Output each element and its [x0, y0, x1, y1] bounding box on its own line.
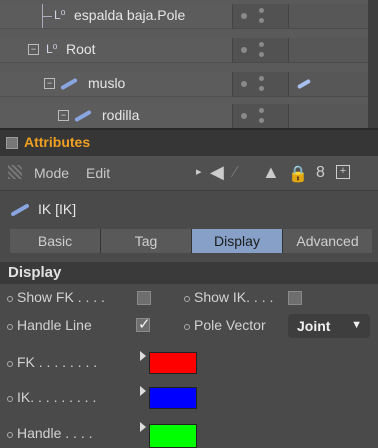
animate-dot-icon[interactable]: [184, 324, 190, 330]
animate-dot-icon[interactable]: [7, 432, 13, 438]
tree-row-rodilla[interactable]: − rodilla: [0, 104, 378, 129]
animate-dot-icon[interactable]: [7, 396, 13, 402]
back-arrow-icon[interactable]: ◀: [210, 162, 224, 183]
object-info-row: IK [IK]: [0, 196, 378, 224]
tree-scrollbar[interactable]: [368, 0, 378, 128]
tree-name-cell: − rodilla: [0, 104, 232, 129]
tree-row-espalda-baja-pole[interactable]: L⁰ espalda baja.Pole: [0, 4, 378, 29]
tree-line: [42, 16, 52, 17]
render-dot-icon[interactable]: [259, 42, 264, 47]
tab-tag[interactable]: Tag: [101, 229, 192, 253]
collapse-icon[interactable]: −: [28, 44, 39, 55]
tree-item-label: Root: [66, 41, 96, 57]
edit-menu[interactable]: Edit: [86, 165, 110, 181]
mode-menu[interactable]: Mode: [34, 165, 69, 181]
editor-dot-icon[interactable]: [259, 118, 264, 123]
visibility-cell[interactable]: [232, 4, 289, 29]
new-panel-icon[interactable]: +: [336, 165, 350, 179]
section-title: Display: [8, 264, 62, 281]
tree-item-label: espalda baja.Pole: [74, 7, 186, 23]
ik-tag-icon[interactable]: [296, 78, 312, 90]
lock-icon[interactable]: 🔒: [288, 164, 308, 184]
collapse-icon[interactable]: −: [44, 78, 55, 89]
up-arrow-icon[interactable]: ▲: [262, 162, 280, 183]
editor-dot-icon[interactable]: [259, 52, 264, 57]
null-object-icon: L⁰: [54, 8, 66, 22]
visibility-cell[interactable]: [232, 38, 289, 63]
pole-vector-value: Joint: [297, 318, 331, 334]
animate-dot-icon[interactable]: [7, 324, 13, 330]
collapse-icon[interactable]: −: [58, 110, 69, 121]
tab-display[interactable]: Display: [192, 229, 283, 253]
visibility-dot-icon[interactable]: [241, 47, 247, 53]
attribute-tabs: Basic Tag Display Advanced: [10, 229, 372, 253]
small-arrow-icon[interactable]: ▸: [196, 165, 202, 178]
ik-color-swatch[interactable]: [149, 387, 197, 409]
link-icon[interactable]: 8: [316, 164, 325, 182]
tab-basic[interactable]: Basic: [10, 229, 101, 253]
visibility-cell[interactable]: [232, 72, 289, 97]
ik-tag-icon: [10, 203, 30, 217]
editor-dot-icon[interactable]: [259, 86, 264, 91]
expand-arrow-icon[interactable]: [140, 351, 146, 361]
show-fk-checkbox[interactable]: [137, 291, 151, 305]
chevron-down-icon: ▼: [351, 319, 362, 331]
visibility-cell[interactable]: [232, 104, 289, 129]
handle-color-swatch[interactable]: [149, 424, 197, 448]
show-fk-label: Show FK . . . .: [17, 289, 105, 305]
display-section-header: Display: [0, 262, 378, 284]
tag-cell: [288, 38, 369, 63]
animate-dot-icon[interactable]: [7, 361, 13, 367]
show-ik-label: Show IK. . . .: [194, 289, 274, 305]
fk-color-swatch[interactable]: [149, 352, 197, 374]
expand-arrow-icon[interactable]: [140, 386, 146, 396]
handle-line-checkbox[interactable]: [136, 315, 151, 333]
tree-name-cell: − L⁰ Root: [0, 38, 232, 63]
visibility-dot-icon[interactable]: [241, 13, 247, 19]
handle-color-label: Handle . . . .: [17, 425, 93, 441]
pole-vector-label: Pole Vector: [194, 317, 266, 333]
pole-vector-select[interactable]: Joint ▼: [288, 314, 370, 338]
tree-row-muslo[interactable]: − muslo: [0, 72, 378, 97]
show-ik-checkbox[interactable]: [288, 291, 302, 305]
visibility-dot-icon[interactable]: [241, 113, 247, 119]
visibility-dot-icon[interactable]: [241, 81, 247, 87]
bone-icon: [60, 77, 78, 91]
attributes-toolbar: Mode Edit ▸ ◀ ⁄ ▲ 🔒 8 +: [0, 156, 378, 191]
attributes-title: Attributes: [24, 134, 91, 150]
null-object-icon: L⁰: [46, 42, 58, 56]
object-manager-tree: L⁰ espalda baja.Pole − L⁰ Root − muslo −…: [0, 0, 378, 129]
render-dot-icon[interactable]: [259, 108, 264, 113]
bone-icon: [74, 109, 92, 123]
tree-name-cell: − muslo: [0, 72, 232, 97]
tab-advanced[interactable]: Advanced: [283, 229, 372, 253]
handle-line-label: Handle Line: [17, 317, 92, 333]
tag-cell: [288, 72, 369, 97]
ik-color-label: IK. . . . . . . . .: [17, 389, 97, 405]
tree-item-label: rodilla: [102, 107, 140, 123]
grip-icon[interactable]: [8, 165, 22, 179]
tag-cell: [288, 4, 369, 29]
expand-arrow-icon[interactable]: [140, 422, 146, 432]
object-name: IK [IK]: [38, 201, 77, 217]
render-dot-icon[interactable]: [259, 76, 264, 81]
editor-dot-icon[interactable]: [259, 18, 264, 23]
fk-color-label: FK . . . . . . . .: [17, 354, 98, 370]
animate-dot-icon[interactable]: [7, 296, 13, 302]
tree-item-label: muslo: [88, 75, 126, 91]
panel-toggle-checkbox[interactable]: [6, 137, 18, 149]
tree-row-root[interactable]: − L⁰ Root: [0, 38, 378, 63]
tree-name-cell: L⁰ espalda baja.Pole: [0, 4, 232, 29]
render-dot-icon[interactable]: [259, 8, 264, 13]
forward-arrow-icon[interactable]: ⁄: [234, 164, 237, 182]
tag-cell: [288, 104, 369, 129]
attributes-header: Attributes: [0, 128, 378, 156]
animate-dot-icon[interactable]: [184, 296, 190, 302]
